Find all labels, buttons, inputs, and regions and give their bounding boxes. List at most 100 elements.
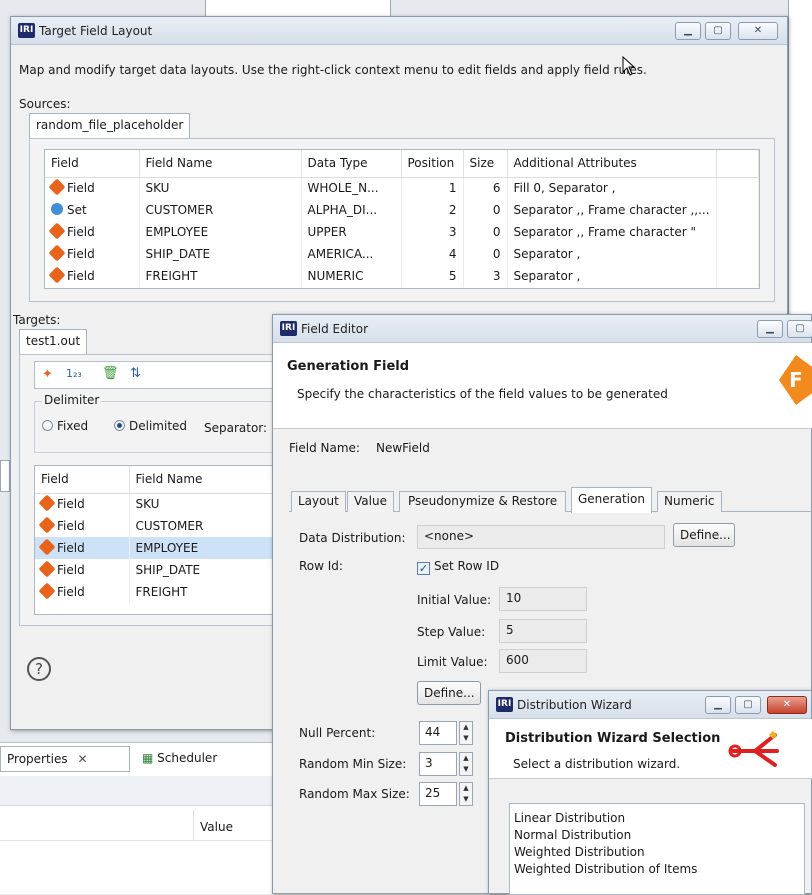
row-kind: Field [67,247,95,261]
null-percent-spinner[interactable]: ▲ ▼ [459,721,473,745]
define-distribution-button[interactable]: Define... [673,523,735,547]
radio-icon [42,420,53,431]
table-row[interactable]: Field FREIGHT NUMERIC 5 3 Separator , [45,265,759,287]
row-position: 3 [401,221,464,243]
maximize-button[interactable]: ▢ [787,320,812,338]
list-item[interactable]: Weighted Distribution of Items [514,861,800,878]
field-icon [48,222,66,240]
tab-value[interactable]: Value [347,491,394,512]
window-title: Distribution Wizard [517,698,632,712]
tab-generation[interactable]: Generation [571,487,652,513]
titlebar: IRI Field Editor ▁ ▢ [273,315,812,343]
field-name-input[interactable]: NewField [373,439,803,461]
row-name: SHIP_DATE [129,559,281,581]
set-row-id-checkbox[interactable]: ✓ Set Row ID [417,559,499,575]
table-row[interactable]: Field CUSTOMER [35,515,281,537]
table-row[interactable]: Set CUSTOMER ALPHA_DI... 2 0 Separator ,… [45,199,759,221]
row-size: 0 [463,221,508,243]
value-header: Value [200,820,233,834]
row-size: 3 [463,265,508,287]
separator-label: Separator: [204,421,268,435]
table-row-selected[interactable]: Field EMPLOYEE [35,537,281,559]
distribution-wizard-window: IRI Distribution Wizard ▁ ▢ ✕ Distributi… [488,690,812,895]
row-kind: Field [57,585,85,599]
random-max-spinner[interactable]: ▲ ▼ [459,782,473,806]
random-max-input[interactable]: 25 [419,782,457,806]
tab-target-file[interactable]: test1.out [19,329,88,355]
targets-table: Field Field Name Field SKU Field CUSTOME… [35,466,281,603]
radio-selected-icon [114,420,125,431]
close-button[interactable]: ✕ [738,22,778,40]
iri-logo-icon: IRI [18,23,35,38]
minimize-button[interactable]: ▁ [675,22,701,40]
column-header[interactable]: Field Name [129,466,281,494]
list-item[interactable]: Linear Distribution [514,810,800,827]
column-header[interactable]: Size [463,150,508,178]
set-row-id-label: Set Row ID [434,559,500,573]
close-icon[interactable]: ✕ [77,752,87,766]
step-value-label: Step Value: [417,625,486,639]
tab-pseudonymize[interactable]: Pseudonymize & Restore [399,491,567,512]
scheduler-tab[interactable]: ▦ Scheduler [138,746,232,772]
row-kind: Set [67,203,87,217]
list-item[interactable]: Weighted Distribution [514,844,800,861]
help-button[interactable]: ? [27,657,51,681]
column-header[interactable]: Data Type [301,150,402,178]
data-distribution-label: Data Distribution: [299,531,406,545]
properties-tab[interactable]: Properties ✕ [0,746,130,772]
random-min-input[interactable]: 3 [419,752,457,776]
delete-icon[interactable]: 🗑 [102,366,119,381]
tab-source-file[interactable]: random_file_placeholder [29,113,191,139]
add-field-icon[interactable]: ✦ [42,367,53,382]
table-row[interactable]: Field SKU WHOLE_N... 1 6 Fill 0, Separat… [45,177,759,199]
tab-layout[interactable]: Layout [291,491,346,512]
row-kind: Field [67,181,95,196]
mouse-cursor-icon [622,55,636,76]
checkbox-checked-icon: ✓ [417,562,430,575]
table-row[interactable]: Field SKU [35,493,281,515]
wizard-subheading: Select a distribution wizard. [513,757,681,771]
set-icon [51,203,63,215]
targets-panel: ✦ 1₂₃ 🗑 ⇅ Delimiter Fixed Delimited Sepa… [19,354,282,626]
row-attrs: Separator , [507,243,717,265]
wizard-heading: Distribution Wizard Selection [505,731,721,746]
list-item[interactable]: Normal Distribution [514,827,800,844]
reorder-icon[interactable]: ⇅ [130,366,141,381]
column-header[interactable]: Field [45,150,140,178]
sources-panel: Field Field Name Data Type Position Size… [29,138,775,302]
minimize-button[interactable]: ▁ [705,696,731,714]
field-icon [38,516,56,534]
bg-properties-toolbar [0,776,272,806]
column-header[interactable]: Position [401,150,464,178]
delimited-radio[interactable]: Delimited [114,419,187,433]
maximize-button[interactable]: ▢ [735,696,761,714]
tab-numeric[interactable]: Numeric [657,491,722,512]
iri-logo-icon: IRI [280,321,297,336]
row-size: 0 [463,243,508,265]
minimize-button[interactable]: ▁ [757,320,783,338]
row-name: SHIP_DATE [139,243,302,265]
fixed-radio[interactable]: Fixed [42,419,88,433]
random-min-spinner[interactable]: ▲ ▼ [459,752,473,776]
column-header[interactable]: Additional Attributes [507,150,717,178]
table-row[interactable]: Field SHIP_DATE AMERICA... 4 0 Separator… [45,243,759,265]
column-header[interactable]: Field Name [139,150,302,178]
column-header[interactable]: Field [35,466,130,494]
row-type: AMERICA... [301,243,402,265]
define-row-id-button[interactable]: Define... [417,681,481,705]
subheading: Specify the characteristics of the field… [297,387,668,401]
fixed-label: Fixed [57,419,89,433]
maximize-button[interactable]: ▢ [705,22,731,40]
table-row[interactable]: Field SHIP_DATE [35,559,281,581]
table-row[interactable]: Field EMPLOYEE UPPER 3 0 Separator ,, Fr… [45,221,759,243]
titlebar: IRI Target Field Layout ▁ ▢ ✕ [11,17,787,45]
table-row[interactable]: Field FREIGHT [35,581,281,603]
field-icon [38,582,56,600]
field-name-label: Field Name: [289,441,360,455]
window-title: Target Field Layout [39,24,153,38]
wizard-list: Linear Distribution Normal Distribution … [509,803,805,895]
numbering-icon[interactable]: 1₂₃ [66,367,82,380]
close-button[interactable]: ✕ [767,696,807,714]
null-percent-input[interactable]: 44 [419,721,457,745]
row-attrs: Separator ,, Frame character ,,... [507,199,717,221]
